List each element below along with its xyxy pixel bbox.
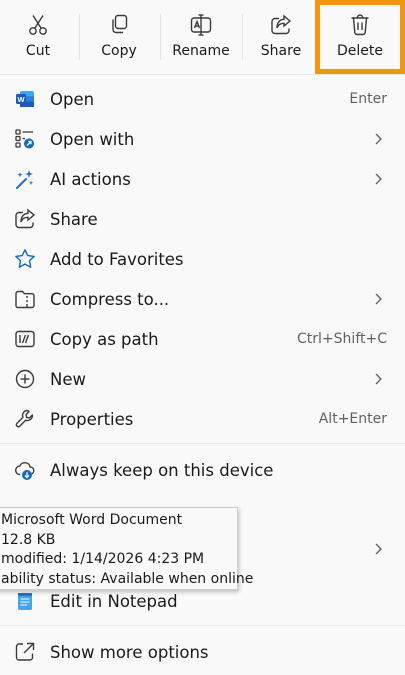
menu-item-label: Open xyxy=(50,89,95,109)
scissors-icon xyxy=(27,14,49,36)
word-icon: W xyxy=(14,88,36,110)
trash-icon xyxy=(349,14,371,36)
share-button[interactable]: Share xyxy=(247,0,315,74)
copy-label: Copy xyxy=(101,43,137,59)
rename-icon xyxy=(190,14,212,36)
menu-item-label: New xyxy=(50,369,86,389)
shortcut-text: Alt+Enter xyxy=(318,411,387,427)
menu-item-label: Add to Favorites xyxy=(50,249,184,269)
tooltip-availability-status: ability status: Available when online xyxy=(1,570,254,587)
sparkle-icon xyxy=(14,168,36,190)
rename-label: Rename xyxy=(172,43,230,59)
copy-icon xyxy=(108,14,130,36)
share-icon xyxy=(270,14,292,36)
delete-button[interactable]: Delete xyxy=(315,0,405,74)
tooltip-file-type: Microsoft Word Document xyxy=(1,512,183,528)
menu-item-always-keep-on-device[interactable]: Always keep on this device xyxy=(0,450,405,490)
divider xyxy=(0,74,405,75)
open-with-icon xyxy=(14,128,36,150)
menu-item-show-more-options[interactable]: Show more options xyxy=(0,632,405,672)
menu-item-label: Open with xyxy=(50,129,135,149)
menu-item-label: Properties xyxy=(50,409,134,429)
wrench-icon xyxy=(14,408,36,430)
open-external-icon xyxy=(14,641,36,663)
plus-circle-icon xyxy=(14,368,36,390)
menu-item-open-with[interactable]: Open with xyxy=(0,119,405,159)
menu-item-label: AI actions xyxy=(50,169,131,189)
chevron-right-icon xyxy=(375,373,382,385)
menu-item-new[interactable]: New xyxy=(0,359,405,399)
copy-path-icon xyxy=(14,328,36,350)
context-menu: Cut Copy Rename Share Delete W Open Ente… xyxy=(0,0,405,675)
copy-button[interactable]: Copy xyxy=(84,0,154,74)
menu-item-add-to-favorites[interactable]: Add to Favorites xyxy=(0,239,405,279)
menu-item-compress-to[interactable]: Compress to... xyxy=(0,279,405,319)
menu-item-label: Share xyxy=(50,209,98,229)
menu-item-label: Copy as path xyxy=(50,329,159,349)
divider xyxy=(0,625,405,626)
rename-button[interactable]: Rename xyxy=(165,0,237,74)
menu-item-ai-actions[interactable]: AI actions xyxy=(0,159,405,199)
chevron-right-icon xyxy=(375,543,382,555)
svg-text:W: W xyxy=(17,95,25,104)
context-menu-toolbar: Cut Copy Rename Share Delete xyxy=(0,0,405,74)
menu-item-label: Always keep on this device xyxy=(50,460,274,480)
menu-item-share[interactable]: Share xyxy=(0,199,405,239)
menu-item-open[interactable]: W Open Enter xyxy=(0,79,405,119)
chevron-right-icon xyxy=(375,293,382,305)
toolbar-separator xyxy=(160,14,161,60)
file-info-tooltip: Microsoft Word Document 12.8 KB modified… xyxy=(0,507,254,590)
notepad-icon xyxy=(14,590,36,612)
divider xyxy=(0,443,405,444)
share-label: Share xyxy=(260,43,302,59)
cut-button[interactable]: Cut xyxy=(4,0,72,74)
tooltip-file-size: 12.8 KB xyxy=(1,531,56,548)
shortcut-text: Enter xyxy=(349,91,387,107)
chevron-right-icon xyxy=(375,133,382,145)
menu-item-label: Edit in Notepad xyxy=(50,591,178,611)
menu-item-copy-as-path[interactable]: Copy as path Ctrl+Shift+C xyxy=(0,319,405,359)
cut-label: Cut xyxy=(25,43,51,59)
share-icon xyxy=(14,208,36,230)
delete-label: Delete xyxy=(337,43,383,59)
menu-item-properties[interactable]: Properties Alt+Enter xyxy=(0,399,405,439)
menu-item-label: Compress to... xyxy=(50,289,170,309)
zip-folder-icon xyxy=(14,288,36,310)
star-icon xyxy=(14,248,36,270)
toolbar-separator xyxy=(242,14,243,60)
tooltip-date-modified: modified: 1/14/2026 4:23 PM xyxy=(1,551,205,567)
shortcut-text: Ctrl+Shift+C xyxy=(297,331,387,347)
cloud-download-icon xyxy=(14,459,36,481)
chevron-right-icon xyxy=(375,173,382,185)
menu-item-label: Show more options xyxy=(50,642,209,662)
toolbar-separator xyxy=(79,14,80,60)
